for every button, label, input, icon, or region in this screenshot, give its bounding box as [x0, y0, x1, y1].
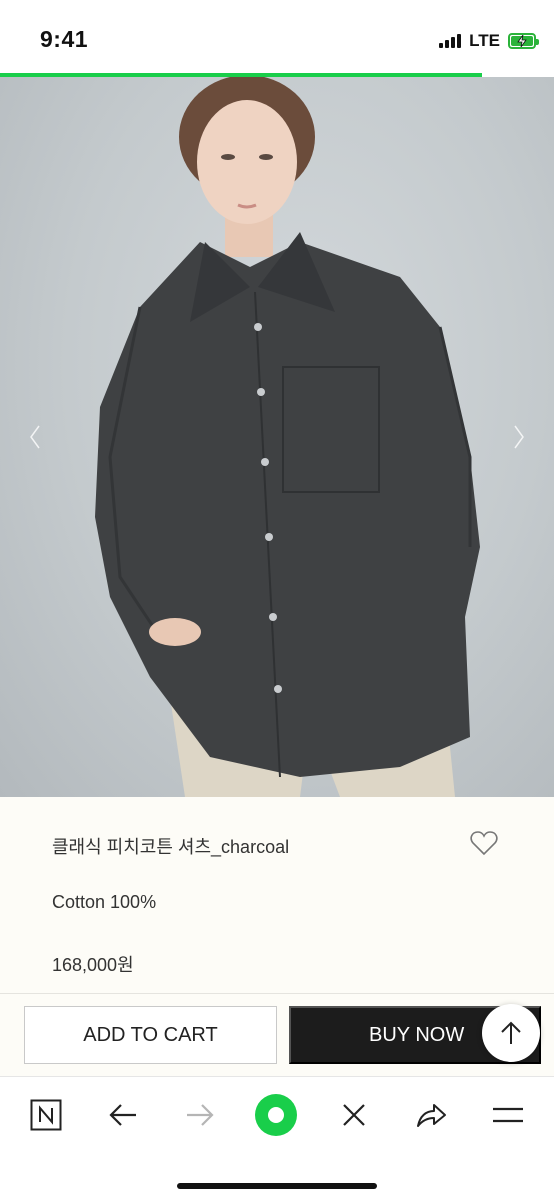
heart-icon	[470, 831, 498, 856]
status-time: 9:41	[40, 26, 89, 52]
green-dot-button[interactable]	[254, 1094, 298, 1136]
home-indicator	[177, 1183, 377, 1189]
purchase-action-bar: ADD TO CART BUY NOW	[0, 993, 554, 1076]
wishlist-button[interactable]	[470, 830, 498, 856]
arrow-up-icon	[501, 1021, 521, 1044]
product-material: Cotton 100%	[52, 892, 157, 912]
product-name: 클래식 피치코튼 셔츠_charcoal	[52, 837, 290, 857]
carousel-next-button[interactable]	[504, 417, 534, 457]
add-to-cart-button[interactable]: ADD TO CART	[24, 1006, 277, 1064]
close-button[interactable]	[332, 1095, 376, 1135]
back-button[interactable]	[101, 1095, 145, 1135]
chevron-right-icon	[514, 425, 524, 449]
menu-icon	[493, 1107, 523, 1123]
product-info: 클래식 피치코튼 셔츠_charcoal Cotton 100% 168,000…	[0, 797, 554, 993]
close-icon	[343, 1104, 365, 1126]
browser-toolbar	[0, 1076, 554, 1200]
signal-icon	[439, 34, 462, 48]
green-dot-home-icon	[255, 1094, 297, 1136]
forward-arrow-icon	[187, 1104, 214, 1126]
share-icon	[417, 1104, 446, 1127]
product-photo[interactable]	[0, 77, 554, 797]
carousel-prev-button[interactable]	[20, 417, 50, 457]
model-wearing-shirt-image	[95, 77, 480, 797]
product-price: 168,000원	[52, 955, 134, 975]
status-indicators: LTE	[439, 30, 539, 52]
naver-n-icon	[30, 1099, 62, 1131]
forward-button[interactable]	[178, 1095, 222, 1135]
menu-button[interactable]	[486, 1095, 530, 1135]
scroll-to-top-button[interactable]	[482, 1004, 540, 1062]
network-type: LTE	[469, 31, 500, 50]
status-bar: 9:41 LTE	[0, 0, 554, 74]
share-button[interactable]	[409, 1095, 453, 1135]
naver-home-button[interactable]	[24, 1095, 68, 1135]
back-arrow-icon	[109, 1104, 136, 1126]
chevron-left-icon	[30, 425, 40, 449]
battery-charging-icon	[508, 33, 539, 49]
